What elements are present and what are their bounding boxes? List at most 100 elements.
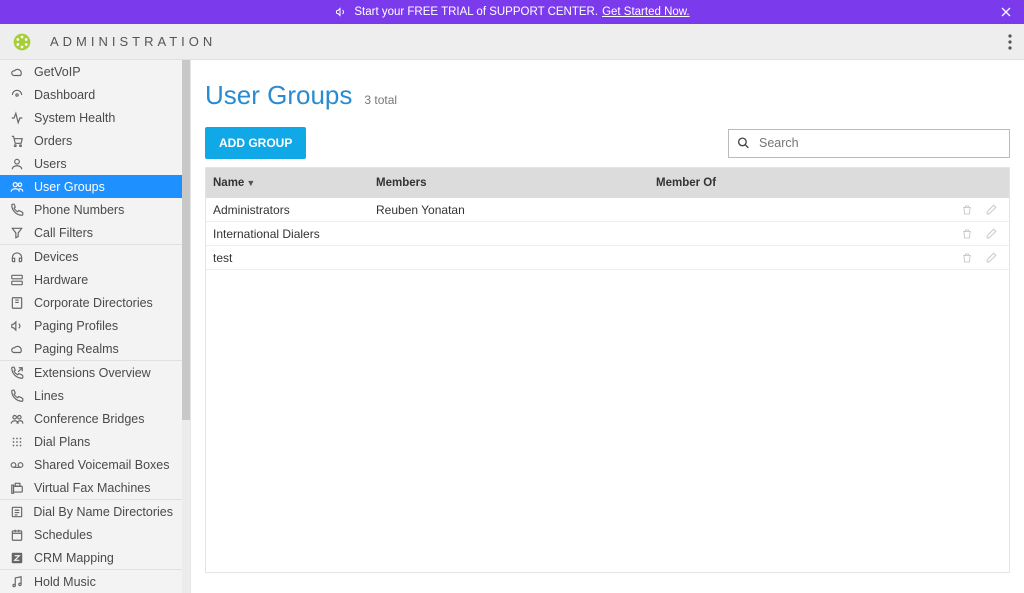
user-icon — [10, 157, 26, 171]
sidebar-item-label: Orders — [34, 134, 72, 148]
sidebar-item-label: Conference Bridges — [34, 412, 144, 426]
sidebar-item-label: Hold Music — [34, 575, 96, 589]
music-icon — [10, 575, 26, 589]
sidebar-item-label: Devices — [34, 250, 78, 264]
sidebar-item-paging-realms[interactable]: Paging Realms — [0, 337, 183, 360]
table-row[interactable]: AdministratorsReuben Yonatan — [206, 198, 1009, 222]
sidebar-item-devices[interactable]: Devices — [0, 245, 183, 268]
sidebar-item-label: Users — [34, 157, 67, 171]
search-icon — [737, 137, 750, 150]
main-content: User Groups 3 total ADD GROUP Name▼ Memb… — [191, 60, 1024, 593]
sidebar-item-label: Corporate Directories — [34, 296, 153, 310]
search-input[interactable] — [728, 129, 1010, 158]
cell-members: Reuben Yonatan — [376, 203, 656, 217]
promo-banner: Start your FREE TRIAL of SUPPORT CENTER.… — [0, 0, 1024, 24]
sidebar-item-label: Hardware — [34, 273, 88, 287]
groups-table: Name▼ Members Member Of AdministratorsRe… — [205, 167, 1010, 573]
sidebar-item-user-groups[interactable]: User Groups — [0, 175, 183, 198]
close-icon[interactable] — [1000, 6, 1012, 18]
table-header: Name▼ Members Member Of — [206, 168, 1009, 198]
sidebar-item-users[interactable]: Users — [0, 152, 183, 175]
sidebar-item-hold-music[interactable]: Hold Music — [0, 570, 183, 593]
table-row[interactable]: International Dialers — [206, 222, 1009, 246]
book-icon — [10, 296, 26, 310]
column-header-member-of[interactable]: Member Of — [656, 177, 926, 189]
sidebar-item-schedules[interactable]: Schedules — [0, 523, 183, 546]
sidebar-item-dashboard[interactable]: Dashboard — [0, 83, 183, 106]
banner-cta-link[interactable]: Get Started Now. — [602, 6, 690, 18]
page-title: User Groups — [205, 80, 352, 111]
sidebar-item-phone-numbers[interactable]: Phone Numbers — [0, 198, 183, 221]
z-icon — [10, 551, 26, 565]
cell-name: Administrators — [211, 203, 376, 217]
cell-name: test — [211, 251, 376, 265]
edit-icon[interactable] — [985, 251, 998, 265]
sidebar-item-label: Paging Realms — [34, 342, 119, 356]
overflow-menu-icon[interactable] — [1008, 34, 1012, 50]
edit-icon[interactable] — [985, 227, 998, 241]
sidebar-item-shared-voicemail-boxes[interactable]: Shared Voicemail Boxes — [0, 453, 183, 476]
app-header: ADMINISTRATION — [0, 24, 1024, 60]
sidebar-item-label: CRM Mapping — [34, 551, 114, 565]
sidebar-item-extensions-overview[interactable]: Extensions Overview — [0, 361, 183, 384]
sidebar-item-corporate-directories[interactable]: Corporate Directories — [0, 291, 183, 314]
sidebar-item-label: Paging Profiles — [34, 319, 118, 333]
sidebar-item-label: Call Filters — [34, 226, 93, 240]
sidebar-item-label: Dashboard — [34, 88, 95, 102]
sort-desc-icon: ▼ — [246, 178, 255, 188]
cart-icon — [10, 134, 26, 148]
table-body: AdministratorsReuben YonatanInternationa… — [206, 198, 1009, 270]
users-icon — [10, 180, 26, 194]
calendar-icon — [10, 528, 26, 542]
edit-icon[interactable] — [985, 203, 998, 217]
delete-icon[interactable] — [961, 227, 973, 241]
phone-icon — [10, 203, 26, 217]
cloud-icon — [10, 65, 26, 79]
filter-icon — [10, 226, 26, 240]
search-wrap — [728, 129, 1010, 158]
sidebar-item-system-health[interactable]: System Health — [0, 106, 183, 129]
sidebar-item-crm-mapping[interactable]: CRM Mapping — [0, 546, 183, 569]
sidebar-item-label: Dial Plans — [34, 435, 90, 449]
voicemail-icon — [10, 458, 26, 472]
sidebar-item-virtual-fax-machines[interactable]: Virtual Fax Machines — [0, 476, 183, 499]
gauge-icon — [10, 88, 26, 102]
sidebar-item-call-filters[interactable]: Call Filters — [0, 221, 183, 244]
sidebar-item-orders[interactable]: Orders — [0, 129, 183, 152]
table-row[interactable]: test — [206, 246, 1009, 270]
sidebar-item-label: Phone Numbers — [34, 203, 124, 217]
column-header-name[interactable]: Name▼ — [211, 177, 376, 189]
headset-icon — [10, 250, 26, 264]
sidebar-item-lines[interactable]: Lines — [0, 384, 183, 407]
sidebar-item-label: Lines — [34, 389, 64, 403]
activity-icon — [10, 111, 26, 125]
sidebar-item-hardware[interactable]: Hardware — [0, 268, 183, 291]
sidebar-item-dial-plans[interactable]: Dial Plans — [0, 430, 183, 453]
delete-icon[interactable] — [961, 203, 973, 217]
add-group-button[interactable]: ADD GROUP — [205, 127, 306, 159]
sidebar-item-label: Extensions Overview — [34, 366, 151, 380]
dialpad-icon — [10, 435, 26, 449]
sidebar-item-label: User Groups — [34, 180, 105, 194]
col-name-label: Name — [213, 177, 244, 189]
sidebar-item-getvoip[interactable]: GetVoIP — [0, 60, 183, 83]
sidebar: GetVoIP Dashboard System Health Orders Users… — [0, 60, 183, 593]
sidebar-item-label: GetVoIP — [34, 65, 81, 79]
phone-fwd-icon — [10, 366, 26, 380]
cell-name: International Dialers — [211, 227, 376, 241]
delete-icon[interactable] — [961, 251, 973, 265]
scrollbar-thumb[interactable] — [182, 60, 190, 420]
sidebar-item-paging-profiles[interactable]: Paging Profiles — [0, 314, 183, 337]
users2-icon — [10, 412, 26, 426]
sidebar-item-conference-bridges[interactable]: Conference Bridges — [0, 407, 183, 430]
megaphone-icon — [334, 6, 348, 18]
sidebar-item-dial-by-name-directories[interactable]: Dial By Name Directories — [0, 500, 183, 523]
sidebar-item-label: Shared Voicemail Boxes — [34, 458, 170, 472]
list-icon — [10, 505, 25, 519]
column-header-members[interactable]: Members — [376, 177, 656, 189]
sidebar-item-label: System Health — [34, 111, 115, 125]
phone2-icon — [10, 389, 26, 403]
app-title: ADMINISTRATION — [50, 34, 216, 49]
sidebar-item-label: Dial By Name Directories — [33, 505, 173, 519]
page-subtitle: 3 total — [364, 93, 397, 107]
